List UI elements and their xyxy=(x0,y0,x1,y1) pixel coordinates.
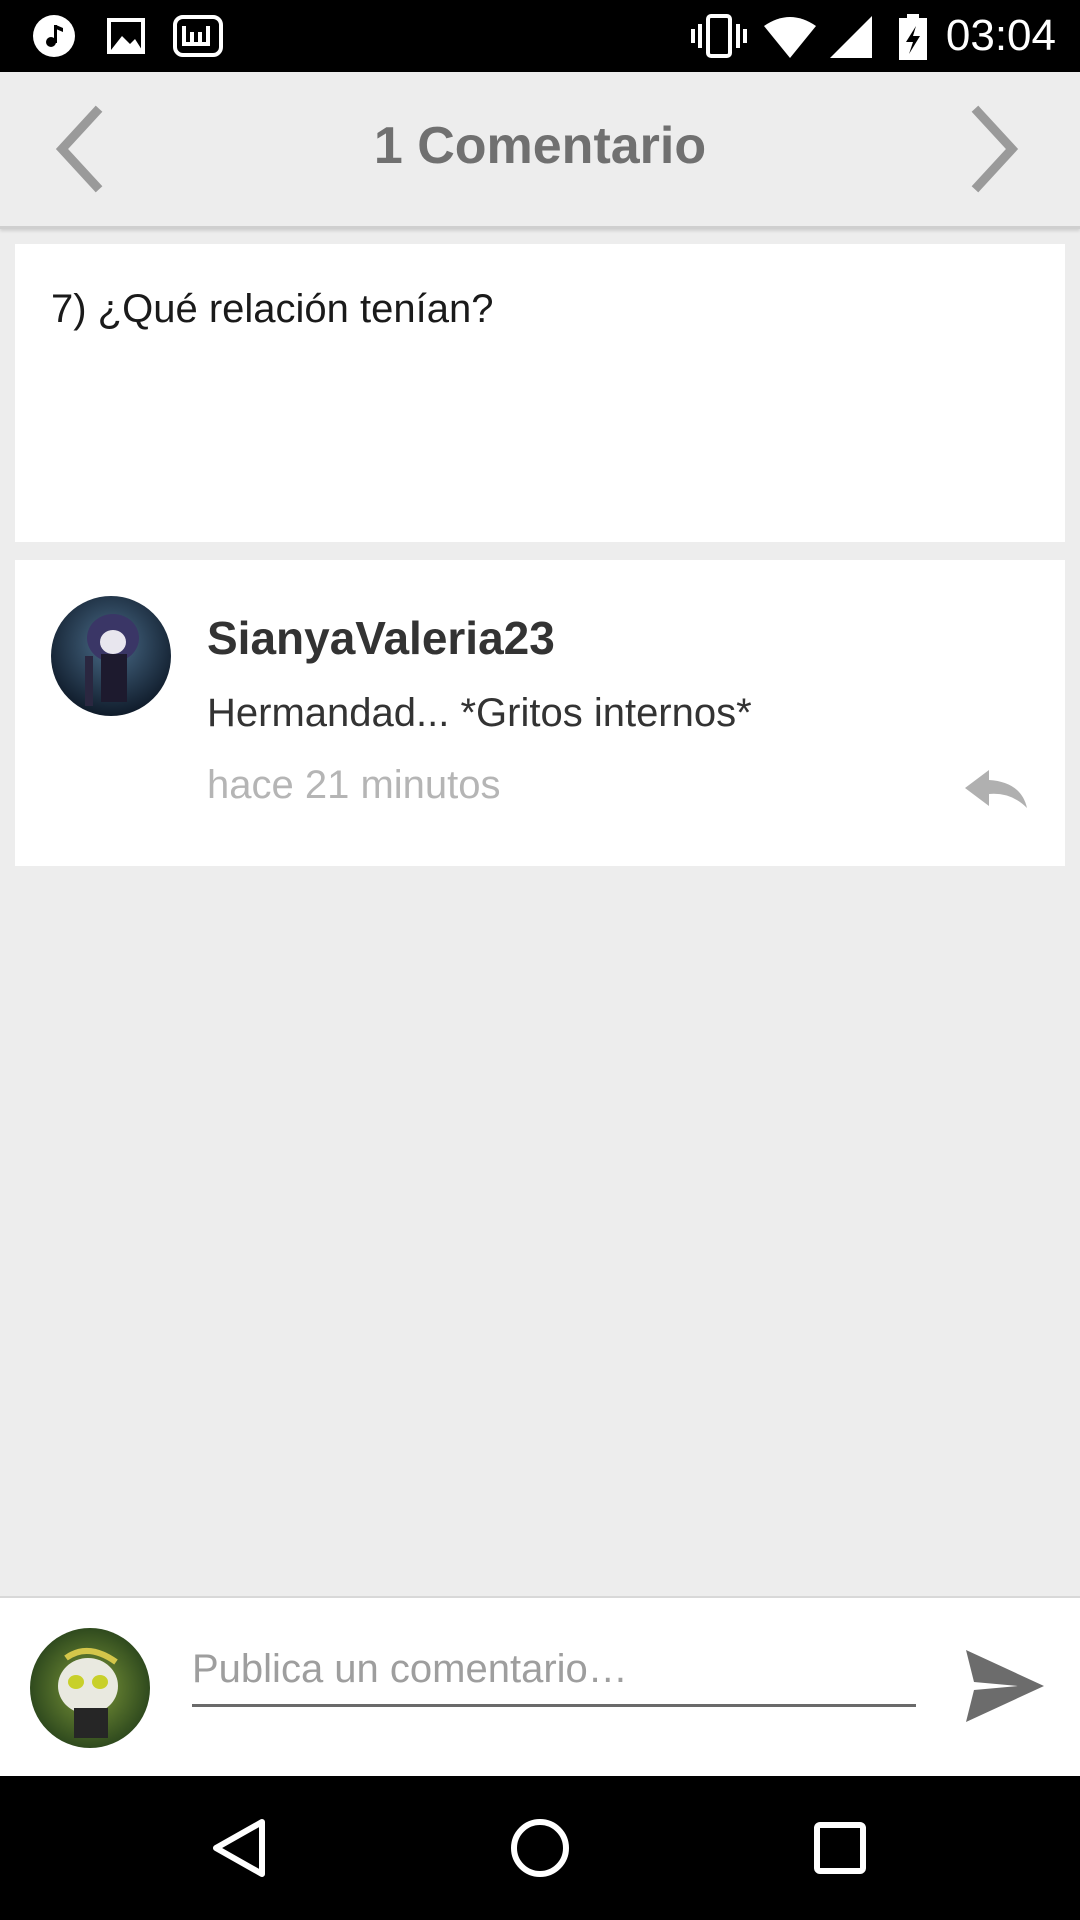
comment-timestamp: hace 21 minutos xyxy=(207,763,501,807)
send-icon[interactable] xyxy=(962,1646,1046,1726)
status-time: 03:04 xyxy=(945,11,1056,60)
page-title: 1 Comentario xyxy=(373,117,707,175)
comment-composer xyxy=(0,1596,1080,1778)
post-text: 7) ¿Qué relación tenían? xyxy=(51,287,494,331)
avatar[interactable] xyxy=(51,596,171,716)
wattpad-icon xyxy=(172,14,224,63)
recents-square-icon[interactable] xyxy=(808,1816,872,1880)
post-card: 7) ¿Qué relación tenían? xyxy=(15,244,1065,542)
wifi-icon xyxy=(762,14,818,63)
battery-charging-icon xyxy=(898,14,928,67)
music-note-icon xyxy=(32,14,76,63)
header-bar: 1 Comentario xyxy=(0,72,1080,229)
vibrate-icon xyxy=(690,14,748,63)
user-avatar[interactable] xyxy=(30,1628,150,1748)
reply-icon[interactable] xyxy=(963,768,1029,812)
comment-author[interactable]: SianyaValeria23 xyxy=(207,610,555,666)
chevron-right-icon[interactable] xyxy=(956,104,1036,194)
comment-body: Hermandad... *Gritos internos* xyxy=(207,691,752,735)
back-triangle-icon[interactable] xyxy=(208,1816,272,1880)
system-nav-bar xyxy=(0,1776,1080,1920)
status-bar: 03:04 xyxy=(0,0,1080,72)
comment-input[interactable] xyxy=(192,1634,916,1707)
comment-card: SianyaValeria23 Hermandad... *Gritos int… xyxy=(15,560,1065,866)
image-icon xyxy=(106,14,146,63)
home-circle-icon[interactable] xyxy=(508,1816,572,1880)
signal-icon xyxy=(828,14,874,63)
